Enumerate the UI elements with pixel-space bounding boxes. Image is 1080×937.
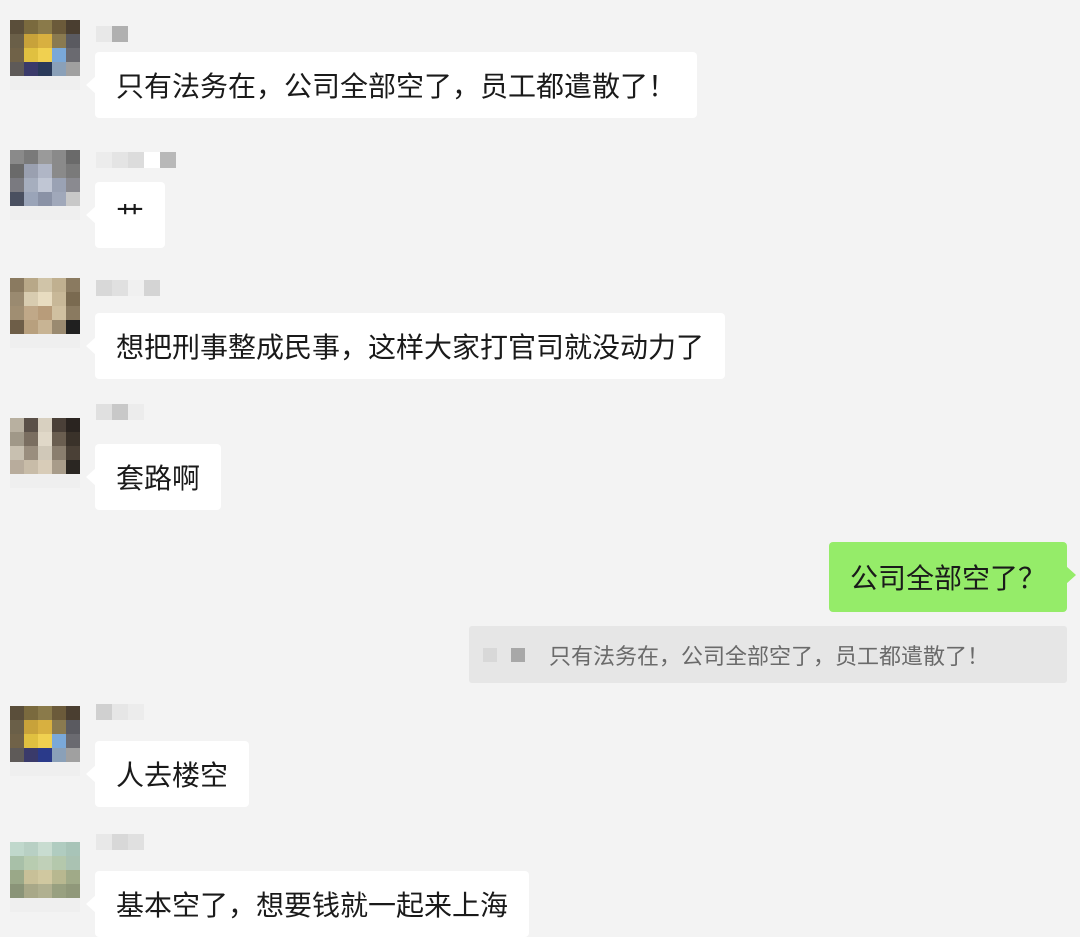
- message-text: 想把刑事整成民事，这样大家打官司就没动力了: [116, 331, 705, 364]
- message-bubble[interactable]: 想把刑事整成民事，这样大家打官司就没动力了: [85, 313, 726, 379]
- message-bubble[interactable]: 艹: [85, 182, 166, 248]
- message-bubble[interactable]: 人去楼空: [85, 741, 250, 807]
- message-bubble-outgoing[interactable]: 公司全部空了？: [828, 542, 1077, 612]
- sender-name: [96, 704, 144, 720]
- sender-name: [96, 834, 144, 850]
- avatar[interactable]: [10, 150, 80, 220]
- message-text: 只有法务在，公司全部空了，员工都遣散了！: [116, 70, 677, 103]
- avatar[interactable]: [10, 278, 80, 348]
- message-bubble[interactable]: 套路啊: [85, 444, 222, 510]
- message-text: 套路啊: [116, 462, 201, 495]
- quoted-text: 只有法务在，公司全部空了，员工都遣散了！: [549, 644, 990, 670]
- message-text: 公司全部空了？: [849, 562, 1046, 595]
- message-text: 基本空了，想要钱就一起来上海: [116, 889, 509, 922]
- sender-name: [96, 404, 144, 420]
- message-text: 人去楼空: [116, 759, 229, 792]
- sender-name: [96, 280, 160, 296]
- avatar[interactable]: [10, 842, 80, 912]
- message-bubble[interactable]: 基本空了，想要钱就一起来上海: [85, 871, 530, 937]
- message-text: 艹: [116, 200, 145, 233]
- quoted-message[interactable]: 只有法务在，公司全部空了，员工都遣散了！: [469, 626, 1067, 683]
- sender-name: [96, 26, 128, 42]
- avatar[interactable]: [10, 20, 80, 90]
- sender-name: [96, 152, 176, 168]
- quoted-sender-name: [483, 647, 525, 662]
- avatar[interactable]: [10, 418, 80, 488]
- avatar[interactable]: [10, 706, 80, 776]
- message-bubble[interactable]: 只有法务在，公司全部空了，员工都遣散了！: [85, 52, 698, 118]
